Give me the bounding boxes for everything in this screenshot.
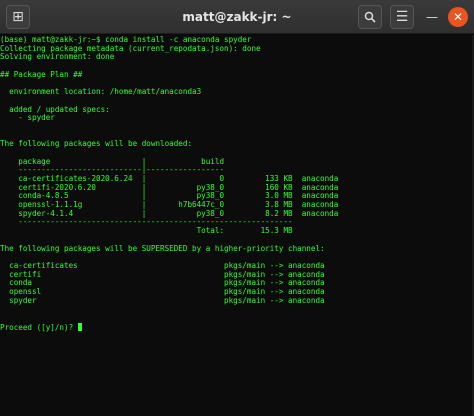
terminal-line: - spyder: [0, 113, 55, 123]
new-tab-button[interactable]: ⊞: [6, 5, 30, 29]
terminal-line: Total: 15.3 MB: [0, 226, 293, 236]
terminal-line: environment location: /home/matt/anacond…: [0, 87, 202, 97]
menu-button[interactable]: ☰: [390, 5, 414, 29]
terminal-line: ## Package Plan ##: [0, 69, 83, 79]
window-title: matt@zakk-jr: ~: [182, 10, 292, 24]
search-button[interactable]: [358, 5, 382, 29]
close-button[interactable]: ✕: [448, 7, 468, 27]
terminal-line: The following packages will be SUPERSEDE…: [0, 243, 325, 253]
text-cursor: [77, 322, 83, 331]
terminal-line: spyder pkgs/main --> anaconda: [0, 295, 325, 305]
terminal-line: The following packages will be downloade…: [0, 139, 193, 149]
titlebar: ⊞ matt@zakk-jr: ~ ☰ — ✕: [0, 0, 474, 34]
search-icon: [364, 11, 376, 23]
new-tab-icon: ⊞: [12, 9, 24, 25]
terminal-window: ⊞ matt@zakk-jr: ~ ☰ — ✕ (base) matt@zakk…: [0, 0, 474, 416]
terminal-output[interactable]: (base) matt@zakk-jr:~$ conda install -c …: [0, 35, 474, 416]
minimize-button[interactable]: —: [424, 9, 440, 25]
minimize-icon: —: [426, 10, 438, 24]
terminal-line: Solving environment: done: [0, 52, 115, 62]
terminal-line: added / updated specs:: [0, 104, 110, 114]
close-icon: ✕: [452, 10, 464, 24]
hamburger-menu-icon: ☰: [395, 9, 409, 25]
terminal-line: Proceed ([y]/n)?: [0, 322, 474, 331]
